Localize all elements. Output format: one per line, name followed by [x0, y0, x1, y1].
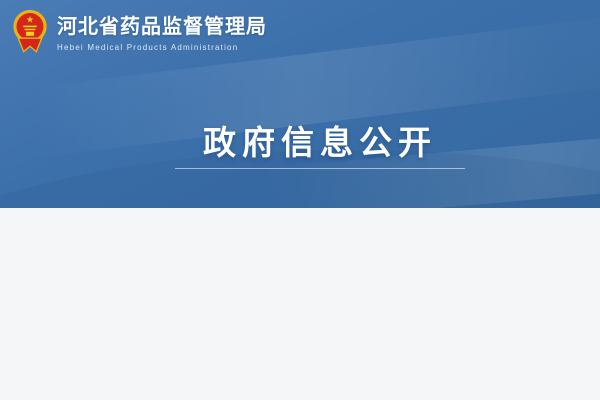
- page-title: 政府信息公开: [0, 116, 600, 164]
- site-title-english: Hebei Medical Products Administration: [57, 43, 267, 52]
- content-area: 当前位置： 首页 > 政府信息公开 > 法定主动公开内容 > 政策解读 索引号 …: [0, 208, 600, 400]
- national-emblem-icon: ★: [12, 8, 48, 54]
- site-logo-home-link[interactable]: ★ 河北省药品监督管理局 Hebei Medical Products Admi…: [12, 8, 267, 54]
- site-title-block: 河北省药品监督管理局 Hebei Medical Products Admini…: [57, 10, 267, 52]
- header-banner: ★ 河北省药品监督管理局 Hebei Medical Products Admi…: [0, 0, 600, 208]
- banner-divider: [175, 168, 465, 169]
- svg-text:★: ★: [26, 14, 34, 24]
- page: ★ 河北省药品监督管理局 Hebei Medical Products Admi…: [0, 0, 600, 400]
- site-title: 河北省药品监督管理局: [57, 10, 267, 39]
